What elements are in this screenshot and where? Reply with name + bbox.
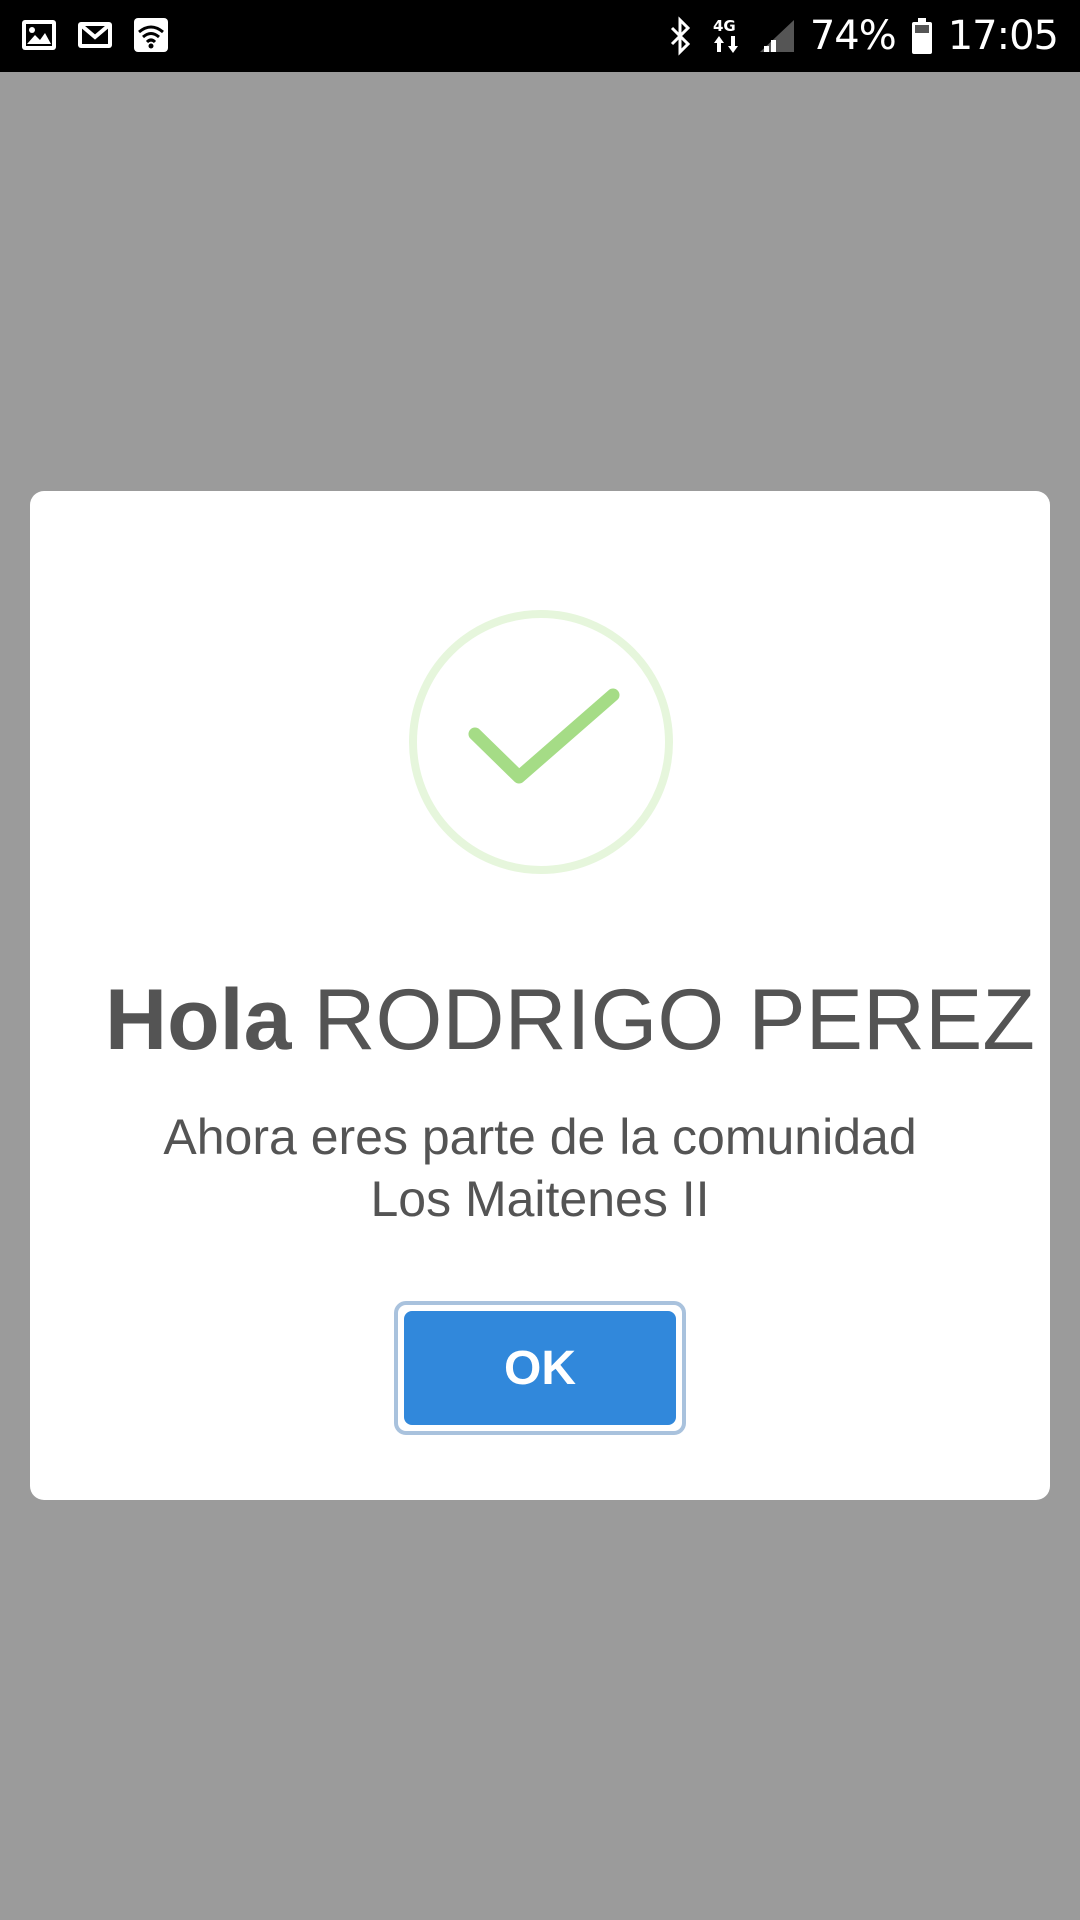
community-name: Los Maitenes II — [370, 1171, 710, 1227]
clock: 17:05 — [947, 13, 1059, 59]
battery-percent: 74% — [809, 13, 897, 59]
battery-icon — [910, 16, 934, 56]
system-status: 4G 74% 17:05 — [666, 0, 1059, 72]
status-bar: 4G 74% 17:05 — [0, 0, 1080, 72]
success-dialog: Hola RODRIGO PEREZ Ahora eres parte de la… — [30, 491, 1050, 1500]
success-check-icon — [408, 609, 674, 875]
signal-icon — [758, 16, 796, 56]
4g-data-icon: 4G — [710, 16, 744, 56]
image-icon — [20, 16, 58, 54]
svg-text:4G: 4G — [713, 17, 736, 35]
message-line-1: Ahora eres parte de la comunidad — [163, 1109, 917, 1165]
wifi-calling-icon — [132, 16, 170, 54]
notification-icons — [20, 16, 170, 54]
ok-button[interactable]: OK — [404, 1311, 676, 1425]
ok-button-focus-ring: OK — [394, 1301, 686, 1435]
greeting-text: Hola — [105, 972, 292, 1068]
gmail-icon — [76, 16, 114, 54]
bluetooth-icon — [666, 16, 696, 56]
dialog-title: Hola RODRIGO PEREZ — [30, 971, 1050, 1070]
user-name: RODRIGO PEREZ — [313, 972, 1035, 1068]
dialog-message: Ahora eres parte de la comunidad Los Mai… — [30, 1106, 1050, 1230]
